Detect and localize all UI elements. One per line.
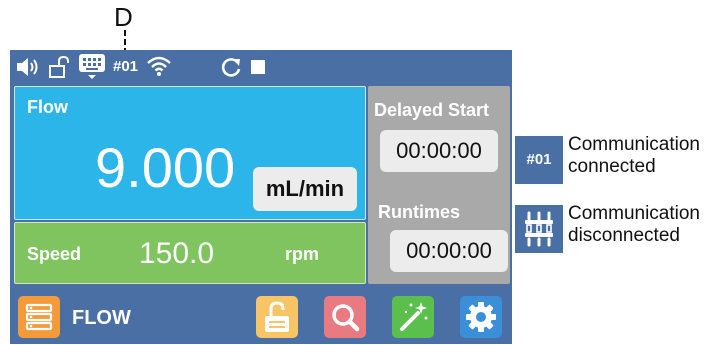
speed-unit: rpm (285, 244, 320, 264)
status-bar: #01 (10, 50, 512, 84)
flow-unit-button[interactable]: mL/min (253, 167, 357, 211)
speed-panel[interactable]: Speed 150.0 rpm (14, 222, 366, 284)
mode-label: FLOW (72, 307, 131, 329)
caption-line: Communication (568, 203, 700, 224)
speed-label: Speed (27, 244, 82, 264)
unlock-button[interactable] (256, 296, 298, 338)
communication-disconnected-badge (515, 205, 563, 253)
disconnected-icon (525, 211, 553, 247)
stop-icon[interactable] (250, 59, 266, 80)
timer-panel: Delayed Start 00:00:00 Runtimes 00:00:00 (368, 86, 510, 284)
refresh-icon[interactable] (220, 56, 242, 83)
bottom-toolbar: FLOW (10, 290, 512, 344)
keyboard-icon[interactable] (78, 53, 106, 86)
flow-panel[interactable]: Flow 9.000 mL/min (14, 86, 366, 220)
runtimes-label: Runtimes (378, 202, 461, 222)
communication-id: #01 (113, 58, 139, 75)
communication-id-badge: #01 (526, 151, 552, 168)
flow-label: Flow (27, 97, 68, 117)
settings-button[interactable] (460, 296, 502, 338)
communication-connected-badge: #01 (515, 136, 563, 184)
runtimes-time[interactable]: 00:00:00 (390, 230, 508, 272)
pump-screen: #01 Flow 9.000 mL/min Speed 150.0 rpm De… (10, 50, 512, 344)
wifi-icon (146, 55, 172, 82)
communication-connected-caption: Communication connected (568, 134, 700, 178)
communication-disconnected-caption: Communication disconnected (568, 203, 700, 247)
unlock-icon[interactable] (48, 55, 72, 83)
caption-line: connected (568, 156, 656, 177)
caption-line: disconnected (568, 225, 680, 246)
gear-icon (466, 302, 496, 332)
search-icon (332, 304, 360, 332)
magic-wand-icon (400, 302, 428, 331)
flow-value[interactable]: 9.000 (95, 135, 235, 200)
caption-line: Communication (568, 134, 700, 155)
speed-value[interactable]: 150.0 (139, 237, 214, 271)
delayed-start-label: Delayed Start (374, 100, 490, 120)
callout-label: D (114, 2, 133, 32)
unlock-icon (265, 301, 289, 332)
menu-button[interactable] (18, 296, 60, 338)
menu-icon (25, 303, 53, 331)
search-button[interactable] (324, 296, 366, 338)
speaker-icon[interactable] (15, 56, 39, 83)
magic-wand-button[interactable] (392, 296, 434, 338)
delayed-start-time[interactable]: 00:00:00 (380, 130, 498, 172)
